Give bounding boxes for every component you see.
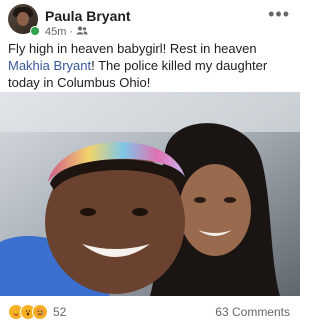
photo-illustration	[0, 92, 300, 296]
separator-dot: ·	[69, 26, 74, 38]
post-text: Fly high in heaven babygirl! Rest in hea…	[8, 40, 293, 91]
comments-count-link[interactable]: 63 Comments	[215, 305, 290, 319]
more-options-icon[interactable]: •••	[268, 4, 290, 25]
post-time[interactable]: 45m	[45, 26, 66, 38]
girl-eye-right	[132, 208, 148, 216]
post-photo[interactable]	[0, 92, 300, 296]
post-text-before: Fly high in heaven babygirl! Rest in hea…	[8, 41, 257, 56]
woman-face	[179, 164, 251, 256]
friends-icon	[76, 26, 88, 38]
post-meta: 45m ·	[45, 26, 88, 38]
woman-eye-right	[224, 197, 236, 203]
avatar-face	[17, 12, 29, 26]
online-status-indicator	[30, 26, 40, 36]
window-light	[0, 92, 300, 132]
sad-emoji-icon	[32, 304, 48, 320]
reaction-count: 52	[53, 305, 67, 319]
woman-eye-left	[194, 197, 206, 203]
mention-link[interactable]: Makhia Bryant	[8, 58, 91, 73]
author-name[interactable]: Paula Bryant	[45, 8, 131, 24]
facebook-post: Paula Bryant 45m · ••• Fly high in heave…	[0, 0, 300, 330]
girl-eye-left	[80, 208, 96, 216]
reactions-summary[interactable]: 52	[8, 304, 66, 320]
